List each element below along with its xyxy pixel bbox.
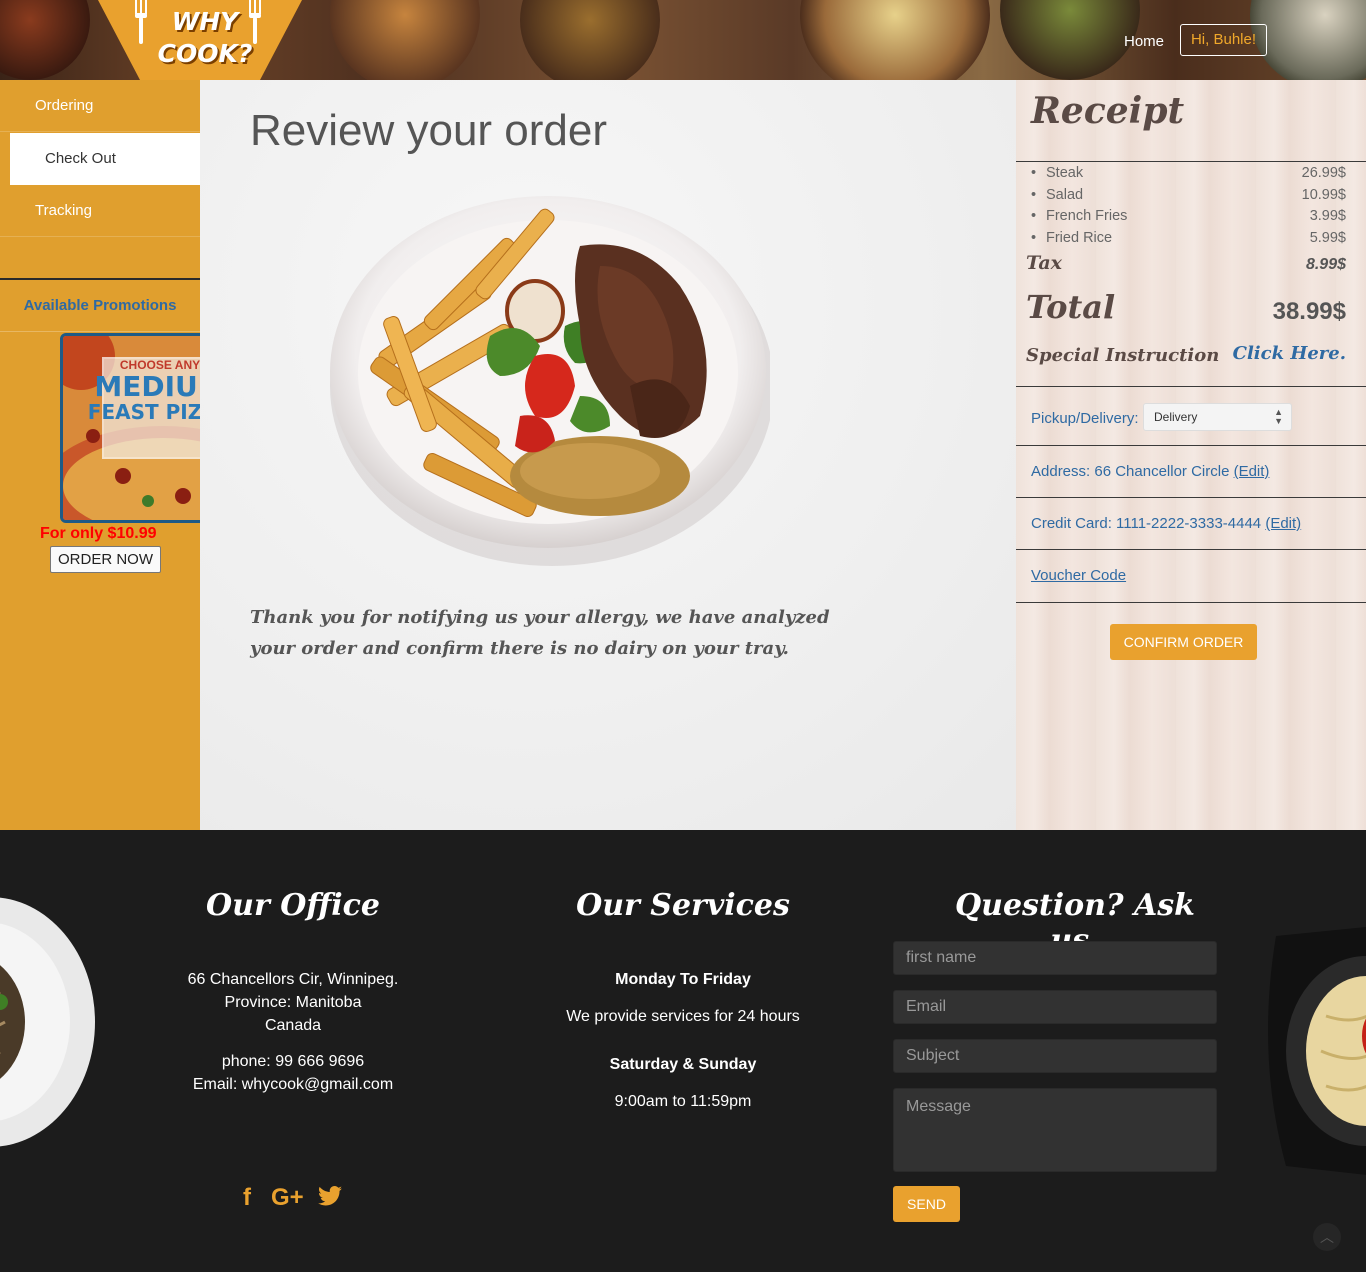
email-field[interactable]: Email [893,990,1217,1024]
page-title: Review your order [250,106,608,155]
receipt-item: • French Fries 3.99$ [1031,206,1346,228]
edit-credit-card-link[interactable]: (Edit) [1265,515,1301,532]
food-plate-image [330,186,774,566]
tax-label: Tax [1026,252,1062,274]
logo-text: WHY COOK? [150,6,260,70]
voucher-row: Voucher Code [1031,567,1126,584]
services-weekday: Monday To Friday [615,971,751,988]
sidebar-item-checkout[interactable]: Check Out [10,133,200,185]
receipt-title: Receipt [1031,90,1185,132]
user-menu-button[interactable]: Hi, Buhle! [1180,24,1267,56]
office-address-line1: 66 Chancellors Cir, Winnipeg. [187,971,399,988]
pickup-delivery-value: Delivery [1154,410,1198,424]
receipt-item: • Salad 10.99$ [1031,185,1346,207]
sidebar-item-tracking[interactable]: Tracking [0,185,200,237]
address-text: Address: 66 Chancellor Circle [1031,463,1230,480]
receipt-items: • Steak 26.99$ • Salad 10.99$ • French F… [1031,163,1346,249]
services-weekday-text: We provide services for 24 hours [566,1008,800,1025]
receipt-divider [1016,386,1366,387]
tax-value: 8.99$ [1305,256,1346,273]
office-contact: phone: 99 666 9696 Email: whycook@gmail.… [130,1050,456,1096]
first-name-field[interactable]: first name [893,941,1217,975]
confirm-order-button[interactable]: CONFIRM ORDER [1110,624,1257,660]
send-button[interactable]: SEND [893,1186,960,1222]
logo[interactable]: WHY COOK? [98,0,302,80]
office-phone: phone: 99 666 9696 [221,1053,365,1070]
scroll-top-icon[interactable]: ︿ [1313,1223,1341,1251]
receipt-divider [1016,161,1366,162]
services-title: Our Services [576,888,790,923]
header-food-image [330,0,480,80]
message-field[interactable]: Message [893,1088,1217,1172]
office-address-line3: Canada [264,1017,322,1034]
plate-graphic [330,196,774,566]
credit-card-row: Credit Card: 1111-2222-3333-4444 (Edit) [1031,515,1301,532]
item-price: 26.99$ [1301,165,1346,181]
footer: Our Office 66 Chancellors Cir, Winnipeg.… [0,830,1366,1272]
twitter-icon[interactable] [318,1186,342,1206]
office-email: Email: whycook@gmail.com [192,1076,394,1093]
sidebar: Ordering Check Out Tracking Available Pr… [0,80,260,830]
receipt-divider [1016,497,1366,498]
noodle-plate-image [0,897,95,1147]
pasta-plate-image [1268,927,1366,1175]
allergy-message: Thank you for notifying us your allergy,… [250,607,830,659]
sidebar-item-ordering[interactable]: Ordering [0,80,200,132]
special-instruction-label: Special Instruction [1026,345,1220,366]
services-weekend-text: 9:00am to 11:59pm [614,1093,752,1110]
voucher-code-link[interactable]: Voucher Code [1031,567,1126,584]
receipt-divider [1016,549,1366,550]
pickup-delivery-select[interactable]: Delivery ▲ ▼ [1143,403,1292,431]
receipt-item: • Fried Rice 5.99$ [1031,228,1346,250]
special-instruction-link[interactable]: Click Here. [1233,343,1346,364]
fork-icon [135,0,147,44]
main-content: Review your order Thank you for notifyin… [200,80,1016,830]
receipt-divider [1016,445,1366,446]
item-price: 3.99$ [1309,208,1346,224]
logo-line2: COOK? [157,39,253,68]
item-price: 5.99$ [1309,229,1346,246]
receipt-item: • Steak 26.99$ [1031,163,1346,185]
edit-address-link[interactable]: (Edit) [1234,463,1270,480]
item-price: 10.99$ [1301,186,1346,203]
facebook-icon[interactable]: f [243,1184,251,1212]
services-weekend: Saturday & Sunday [609,1056,757,1073]
item-name: Steak [1046,165,1084,181]
header: WHY COOK? Home Hi, Buhle! [0,0,1366,80]
pickup-delivery-label: Pickup/Delivery: [1031,410,1139,427]
receipt-panel: Receipt • Steak 26.99$ • Salad 10.99$ • … [1016,80,1366,830]
select-arrows-icon: ▲ ▼ [1274,407,1283,426]
subject-field[interactable]: Subject [893,1039,1217,1073]
order-now-button[interactable]: ORDER NOW [50,546,161,573]
google-plus-icon[interactable]: G+ [271,1184,304,1212]
item-name: Salad [1046,186,1084,203]
total-label: Total [1026,288,1116,326]
item-name: Fried Rice [1046,229,1113,246]
nav-home-link[interactable]: Home [1118,31,1170,52]
header-food-image [1250,0,1366,80]
header-food-image [0,0,90,80]
item-name: French Fries [1046,208,1128,224]
receipt-divider [1016,602,1366,603]
total-value: 38.99$ [1272,298,1346,325]
office-title: Our Office [206,888,380,923]
credit-card-text: Credit Card: 1111-2222-3333-4444 [1031,515,1262,532]
header-food-image [800,0,990,80]
header-food-image [520,0,660,80]
address-row: Address: 66 Chancellor Circle (Edit) [1031,463,1269,480]
promotions-heading: Available Promotions [0,280,200,332]
logo-line1: WHY [171,7,239,36]
office-address: 66 Chancellors Cir, Winnipeg. Province: … [130,968,456,1037]
office-address-line2: Province: Manitoba [224,994,362,1011]
promo-price: For only $10.99 [40,525,157,542]
